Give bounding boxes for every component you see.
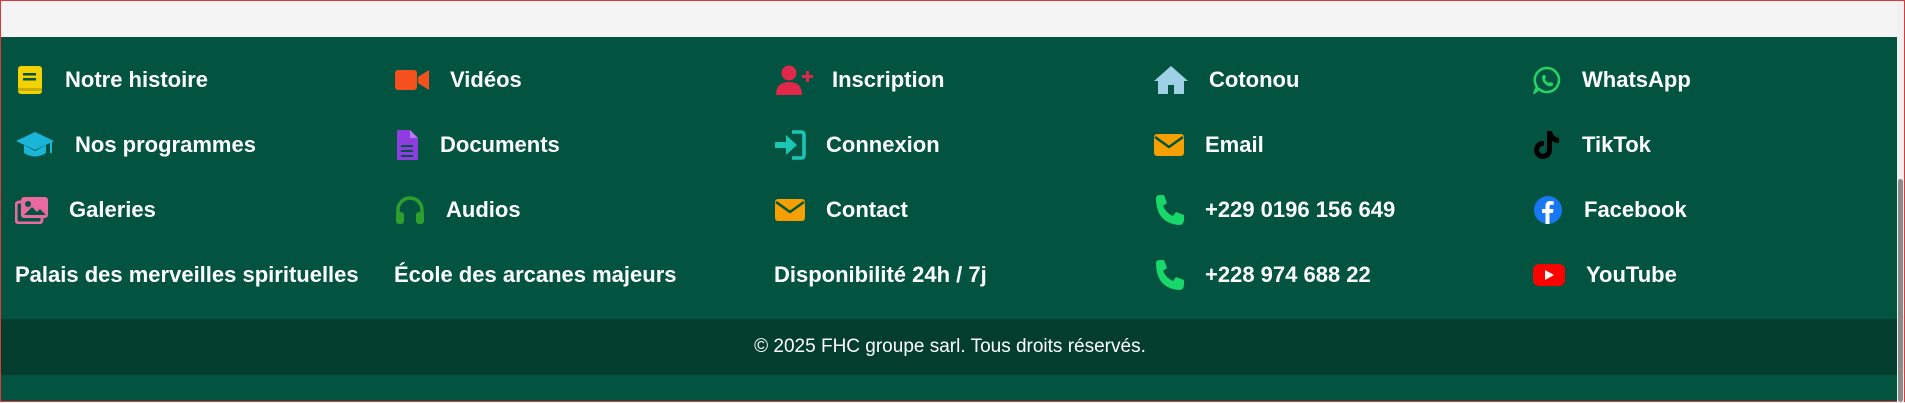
link-label: Audios xyxy=(446,197,521,222)
link-nos-programmes[interactable]: Nos programmes xyxy=(15,125,256,165)
link-phone-2[interactable]: +228 974 688 22 xyxy=(1153,255,1371,295)
tiktok-icon xyxy=(1532,129,1562,161)
link-videos[interactable]: Vidéos xyxy=(394,60,522,100)
link-label: YouTube xyxy=(1586,262,1677,287)
sign-in-icon xyxy=(774,129,806,161)
envelope-icon xyxy=(1153,129,1185,161)
footer-column-5: WhatsApp TikTok Facebook YouTube xyxy=(1532,37,1905,317)
scrollbar-thumb[interactable] xyxy=(1898,179,1903,402)
link-label: Inscription xyxy=(832,67,945,92)
footer-text-palais: Palais des merveilles spirituelles xyxy=(15,255,359,295)
phone-icon xyxy=(1153,259,1185,291)
link-facebook[interactable]: Facebook xyxy=(1532,190,1687,230)
link-cotonou[interactable]: Cotonou xyxy=(1153,60,1299,100)
footer-links-grid: Notre histoire Nos programmes Galeries P… xyxy=(1,37,1899,317)
link-label: +228 974 688 22 xyxy=(1205,262,1371,287)
user-plus-icon xyxy=(774,64,814,96)
footer-column-3: Inscription Connexion Contact Disponibil… xyxy=(774,37,1154,317)
youtube-icon xyxy=(1532,259,1566,291)
link-label: Contact xyxy=(826,197,908,222)
footer-text-label: Palais des merveilles spirituelles xyxy=(15,262,359,287)
link-audios[interactable]: Audios xyxy=(394,190,521,230)
link-label: Nos programmes xyxy=(75,132,256,157)
headphones-icon xyxy=(394,194,426,226)
home-icon xyxy=(1153,64,1189,96)
book-icon xyxy=(15,64,45,96)
link-youtube[interactable]: YouTube xyxy=(1532,255,1677,295)
link-galeries[interactable]: Galeries xyxy=(15,190,156,230)
link-label: Vidéos xyxy=(450,67,522,92)
link-whatsapp[interactable]: WhatsApp xyxy=(1532,60,1691,100)
envelope-icon xyxy=(774,194,806,226)
link-notre-histoire[interactable]: Notre histoire xyxy=(15,60,208,100)
link-label: +229 0196 156 649 xyxy=(1205,197,1396,222)
footer-column-4: Cotonou Email +229 0196 156 649 +228 974… xyxy=(1153,37,1533,317)
document-icon xyxy=(394,129,420,161)
link-label: Galeries xyxy=(69,197,156,222)
footer-text-label: École des arcanes majeurs xyxy=(394,262,677,287)
footer-column-1: Notre histoire Nos programmes Galeries P… xyxy=(15,37,395,317)
footer-column-2: Vidéos Documents Audios École des arcane… xyxy=(394,37,774,317)
link-label: Notre histoire xyxy=(65,67,209,92)
facebook-icon xyxy=(1532,194,1564,226)
phone-icon xyxy=(1153,194,1185,226)
link-label: TikTok xyxy=(1582,132,1651,157)
images-icon xyxy=(15,194,49,226)
vertical-scrollbar[interactable] xyxy=(1897,1,1904,403)
link-label: Facebook xyxy=(1584,197,1687,222)
link-label: Connexion xyxy=(826,132,940,157)
graduation-cap-icon xyxy=(15,129,55,161)
link-tiktok[interactable]: TikTok xyxy=(1532,125,1651,165)
link-connexion[interactable]: Connexion xyxy=(774,125,940,165)
link-documents[interactable]: Documents xyxy=(394,125,560,165)
link-contact[interactable]: Contact xyxy=(774,190,908,230)
footer-text-disponibilite: Disponibilité 24h / 7j xyxy=(774,255,987,295)
top-strip xyxy=(1,1,1904,37)
link-inscription[interactable]: Inscription xyxy=(774,60,944,100)
copyright-text: © 2025 FHC groupe sarl. Tous droits rése… xyxy=(754,336,1146,357)
site-footer: Notre histoire Nos programmes Galeries P… xyxy=(1,37,1899,401)
footer-text-label: Disponibilité 24h / 7j xyxy=(774,262,987,287)
link-email[interactable]: Email xyxy=(1153,125,1264,165)
link-label: Documents xyxy=(440,132,560,157)
link-label: Cotonou xyxy=(1209,67,1300,92)
copyright-bar: © 2025 FHC groupe sarl. Tous droits rése… xyxy=(1,319,1899,375)
link-phone-1[interactable]: +229 0196 156 649 xyxy=(1153,190,1395,230)
footer-text-ecole: École des arcanes majeurs xyxy=(394,255,677,295)
link-label: WhatsApp xyxy=(1582,67,1691,92)
footer-bottom-padding xyxy=(1,375,1899,401)
link-label: Email xyxy=(1205,132,1264,157)
video-icon xyxy=(394,64,430,96)
whatsapp-icon xyxy=(1532,64,1562,96)
